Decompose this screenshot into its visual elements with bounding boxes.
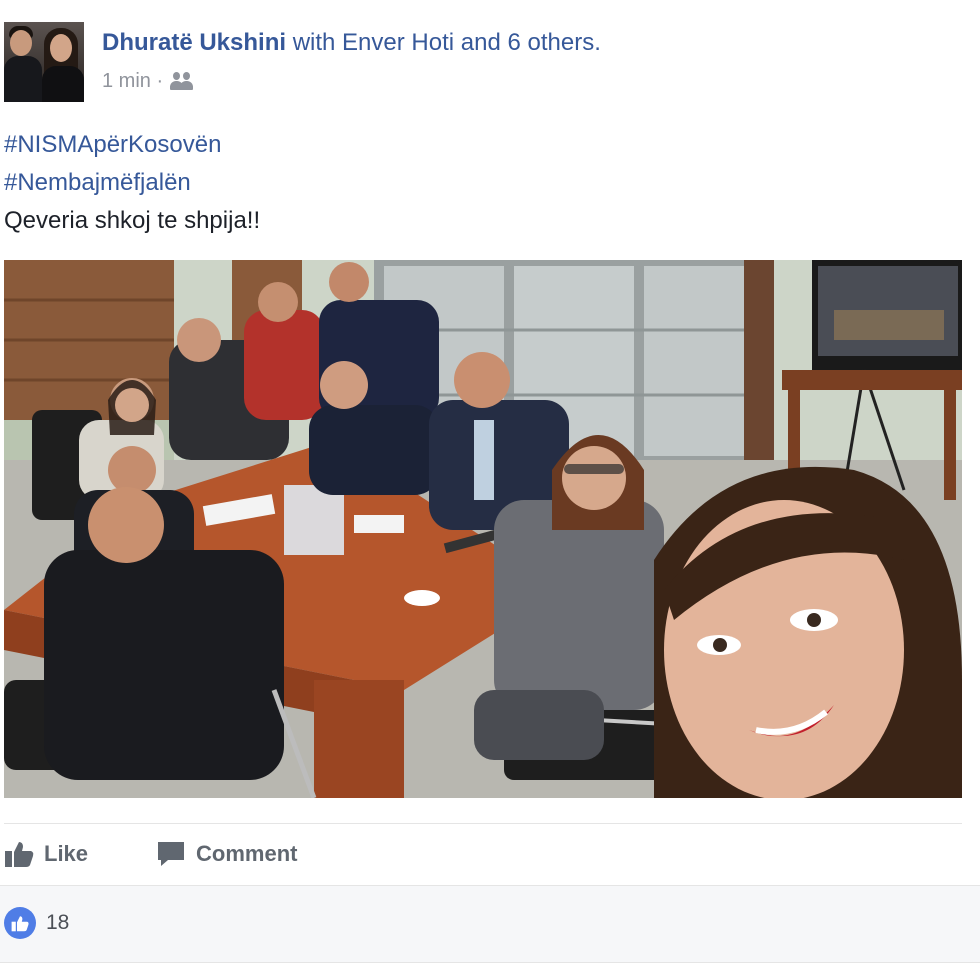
comment-label: Comment xyxy=(196,841,298,866)
like-reaction-icon xyxy=(4,907,36,939)
reactions-summary: 18 xyxy=(0,885,980,963)
photo-illustration xyxy=(4,260,962,798)
author-name-link[interactable]: Dhuratë Ukshini xyxy=(102,29,286,56)
hashtag-link[interactable]: #Nembajmëfjalën xyxy=(4,164,260,202)
author-avatar[interactable] xyxy=(4,22,84,102)
comment-button[interactable]: Comment xyxy=(156,840,297,868)
timestamp-link[interactable]: 1 min · xyxy=(102,68,163,94)
post-meta: 1 min · xyxy=(102,68,195,94)
like-count-value: 18 xyxy=(46,911,70,934)
post-photo[interactable] xyxy=(4,260,962,798)
like-button[interactable]: Like xyxy=(4,840,88,868)
comment-icon xyxy=(158,842,185,866)
thumbs-up-icon xyxy=(5,842,34,867)
tagged-people-link[interactable]: with Enver Hoti and 6 others. xyxy=(293,29,601,56)
hashtag-link[interactable]: #NISMApërKosovën xyxy=(4,126,260,164)
like-label: Like xyxy=(44,841,89,866)
action-bar: Like Comment xyxy=(4,832,962,876)
divider xyxy=(4,823,962,824)
like-count[interactable]: 18 xyxy=(4,907,69,939)
author-line: Dhuratë Ukshini with Enver Hoti and 6 ot… xyxy=(102,28,601,58)
post-text: #NISMApërKosovën #Nembajmëfjalën Qeveria… xyxy=(4,126,260,240)
post-header: Dhuratë Ukshini with Enver Hoti and 6 ot… xyxy=(0,0,980,110)
post-body-text: Qeveria shkoj te shpija!! xyxy=(4,207,261,234)
friends-icon[interactable] xyxy=(169,71,195,91)
